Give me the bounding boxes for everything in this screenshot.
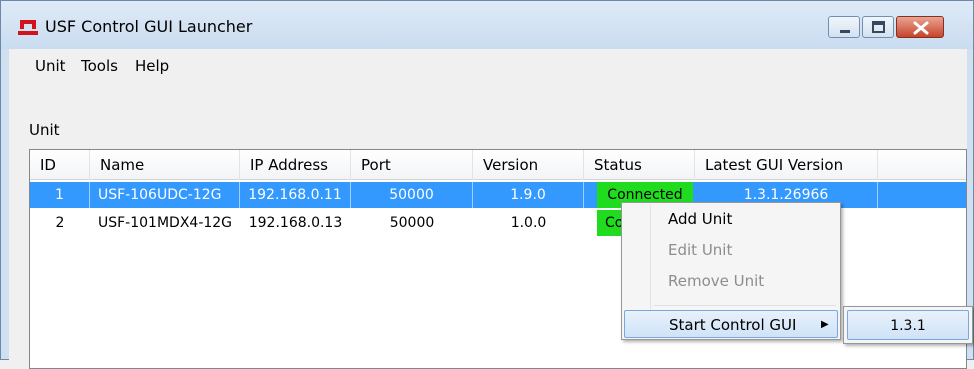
menu-item-remove-unit[interactable]: Remove Unit <box>624 268 838 294</box>
close-button[interactable] <box>896 16 944 38</box>
maximize-icon <box>872 21 885 33</box>
menu-item-add-unit[interactable]: Add Unit <box>624 206 838 232</box>
app-window: USF Control GUI Launcher Unit Tools Help… <box>0 0 974 369</box>
menu-tools[interactable]: Tools <box>81 57 118 75</box>
column-header-status[interactable]: Status <box>584 150 695 180</box>
submenu-item-version[interactable]: 1.3.1 <box>847 310 969 340</box>
cell-version: 1.9.0 <box>473 182 584 208</box>
close-icon <box>913 21 929 35</box>
column-header-filler <box>878 150 968 180</box>
menu-item-edit-unit[interactable]: Edit Unit <box>624 237 838 263</box>
cell-name: USF-106UDC-12G <box>90 182 240 208</box>
unit-group-label: Unit <box>29 121 60 139</box>
minimize-icon <box>840 30 850 33</box>
submenu-arrow-icon: ▶ <box>821 319 829 330</box>
column-header-ip[interactable]: IP Address <box>240 150 351 180</box>
column-header-latest-gui-version[interactable]: Latest GUI Version <box>695 150 878 180</box>
column-header-id[interactable]: ID <box>30 150 90 180</box>
menu-help[interactable]: Help <box>135 57 169 75</box>
cell-port: 50000 <box>351 182 473 208</box>
cell-name: USF-101MDX4-12G <box>98 215 233 231</box>
cell-version: 1.0.0 <box>510 215 547 231</box>
column-header-port[interactable]: Port <box>351 150 473 180</box>
column-header-name[interactable]: Name <box>90 150 240 180</box>
cell-id: 1 <box>30 182 90 208</box>
cell-id: 2 <box>55 215 65 231</box>
cell-port: 50000 <box>389 215 435 231</box>
list-header: ID Name IP Address Port Version Status L… <box>30 150 966 180</box>
usf-logo-icon <box>18 20 38 35</box>
menu-separator <box>654 305 836 306</box>
minimize-button[interactable] <box>828 16 860 38</box>
window-title: USF Control GUI Launcher <box>45 17 253 36</box>
menu-bar: Unit Tools Help <box>9 49 967 79</box>
cell-ip: 192.168.0.11 <box>240 182 351 208</box>
maximize-button[interactable] <box>862 16 894 38</box>
submenu: 1.3.1 <box>843 306 973 344</box>
context-menu: Add Unit Edit Unit Remove Unit Start Con… <box>621 202 841 340</box>
title-bar[interactable]: USF Control GUI Launcher <box>1 1 973 49</box>
menu-item-start-control-gui[interactable]: Start Control GUI ▶ <box>624 310 838 338</box>
cell-ip: 192.168.0.13 <box>248 215 343 231</box>
menu-item-label: Start Control GUI <box>669 316 797 334</box>
menu-unit[interactable]: Unit <box>35 57 66 75</box>
column-header-version[interactable]: Version <box>473 150 584 180</box>
